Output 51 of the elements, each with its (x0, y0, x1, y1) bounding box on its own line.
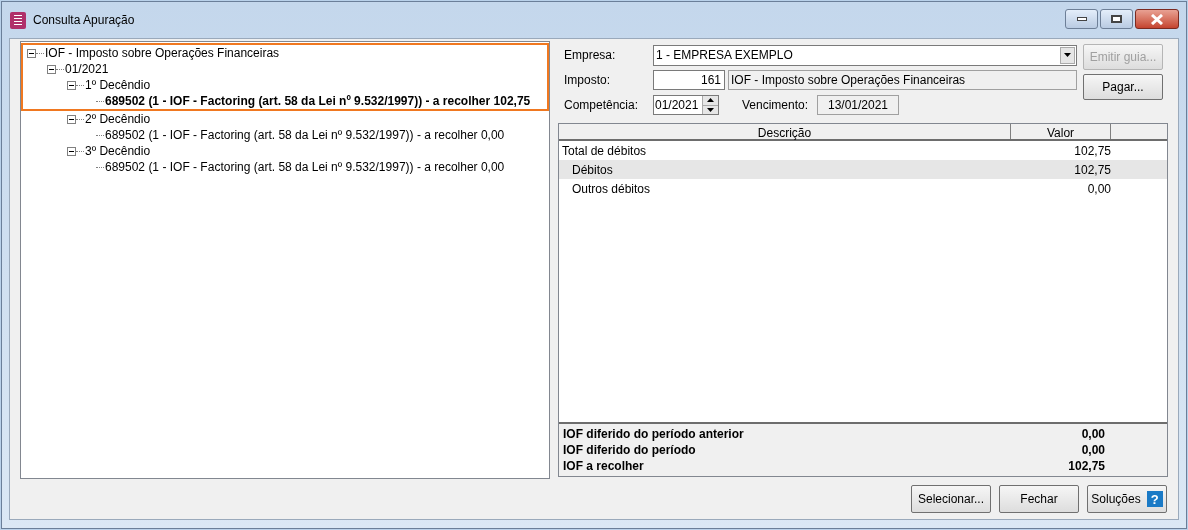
table-cell-text: Outros débitos (571, 180, 652, 198)
summary-label: IOF a recolher (562, 458, 645, 475)
table-cell-text: 0,00 (1086, 180, 1111, 198)
window-title: Consulta Apuração (33, 12, 135, 29)
close-icon (1150, 13, 1164, 25)
summary-label: IOF diferido do período (562, 442, 697, 459)
period-spinner[interactable]: 01/2021 (653, 95, 719, 115)
tax-code-field[interactable]: 161 (653, 70, 725, 90)
dialog-button[interactable]: Fechar (999, 485, 1079, 513)
collapse-icon[interactable] (27, 48, 36, 58)
spin-arrows-icon[interactable] (702, 96, 718, 114)
field-label: Vencimento: (742, 97, 810, 114)
field-label: Imposto: (564, 72, 612, 89)
minimize-button[interactable] (1065, 9, 1098, 29)
tree-item[interactable]: 2º Decêndio (84, 110, 152, 128)
help-button[interactable]: Soluções ? (1087, 485, 1167, 513)
maximize-button[interactable] (1100, 9, 1133, 29)
column-header[interactable]: Descrição (559, 124, 1011, 139)
tree-item[interactable]: 1º Decêndio (84, 76, 152, 94)
collapse-icon[interactable] (67, 114, 76, 124)
tree-item[interactable]: 689502 (1 - IOF - Factoring (art. 58 da Lei nº 9.532/1997)) - a recolher 0,00 (104, 126, 506, 144)
column-header[interactable]: Valor (1011, 124, 1111, 139)
table-cell-text: 102,75 (1073, 142, 1111, 160)
tree-item[interactable]: 3º Decêndio (84, 142, 152, 160)
company-dropdown[interactable]: 1 - EMPRESA EXEMPLO (653, 44, 1077, 66)
table-cell-text: Débitos (571, 161, 614, 179)
tax-name-field: IOF - Imposto sobre Operações Financeiras (728, 70, 1077, 90)
due-date-field: 13/01/2021 (817, 95, 899, 115)
summary-value: 0,00 (1080, 442, 1105, 459)
tree-item[interactable]: IOF - Imposto sobre Operações Financeiras (44, 44, 281, 62)
document-icon (10, 11, 26, 29)
table-row[interactable]: Débitos 102,75 (559, 160, 1167, 179)
field-label: Competência: (564, 97, 640, 114)
help-icon: ? (1146, 491, 1163, 507)
field-label: Empresa: (564, 47, 617, 64)
table-row[interactable]: Outros débitos 0,00 (559, 179, 1167, 198)
close-button[interactable] (1135, 9, 1179, 29)
table-cell-text: 102,75 (1073, 161, 1111, 179)
table-row[interactable]: Total de débitos 102,75 (559, 141, 1167, 160)
summary-label: IOF diferido do período anterior (562, 426, 745, 443)
summary-value: 0,00 (1080, 426, 1105, 443)
collapse-icon[interactable] (67, 146, 76, 156)
side-button[interactable]: Pagar... (1083, 74, 1163, 100)
tree-item[interactable]: 689502 (1 - IOF - Factoring (art. 58 da Lei nº 9.532/1997)) - a recolher 102,75 (104, 92, 532, 110)
table-cell-text: Total de débitos (561, 142, 648, 160)
collapse-icon[interactable] (67, 80, 76, 90)
summary-value: 102,75 (1067, 458, 1105, 475)
dialog-button[interactable]: Selecionar... (911, 485, 991, 513)
tree-item[interactable]: 01/2021 (64, 60, 110, 78)
tree-item[interactable]: 689502 (1 - IOF - Factoring (art. 58 da Lei nº 9.532/1997)) - a recolher 0,00 (104, 158, 506, 176)
collapse-icon[interactable] (47, 64, 56, 74)
